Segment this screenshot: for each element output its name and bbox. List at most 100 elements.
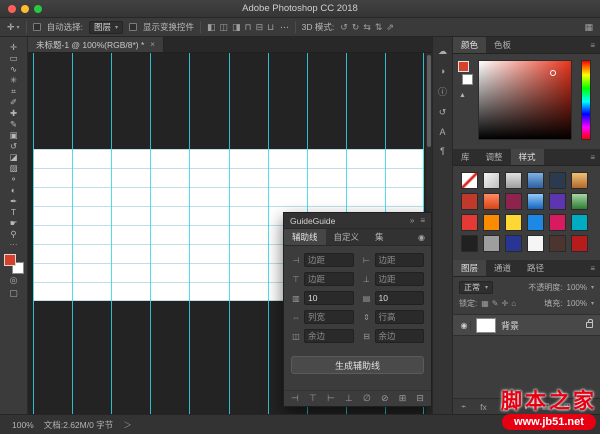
guide-left-icon[interactable]: ⊣ [291, 393, 299, 404]
panel-menu-icon[interactable]: ≡ [420, 216, 425, 225]
zoom-tool[interactable]: ⚲ [3, 229, 25, 240]
style-swatch[interactable] [461, 214, 478, 231]
style-swatch[interactable] [483, 172, 500, 189]
style-swatch[interactable] [461, 235, 478, 252]
tab-libraries[interactable]: 库 [453, 149, 478, 165]
align-right-icon[interactable]: ◨ [232, 22, 241, 33]
style-swatch[interactable] [549, 214, 566, 231]
tab-adjustments[interactable]: 调整 [478, 149, 511, 165]
style-swatch[interactable] [483, 193, 500, 210]
link-layers-icon[interactable]: ⌁ [461, 401, 466, 412]
guide-right-icon[interactable]: ⊢ [327, 393, 335, 404]
zoom-level[interactable]: 100% [12, 420, 34, 430]
paragraph-icon[interactable]: ¶ [440, 146, 445, 156]
style-swatch[interactable] [483, 214, 500, 231]
style-swatch[interactable] [461, 193, 478, 210]
foreground-color-swatch[interactable] [3, 254, 16, 266]
style-swatch[interactable] [505, 172, 522, 189]
layer-row-background[interactable]: ◉ 背景 [453, 314, 600, 336]
generate-guides-button[interactable]: 生成辅助线 [291, 356, 424, 374]
tab-custom[interactable]: 自定义 [326, 229, 368, 245]
lock-position-icon[interactable]: ✛ [502, 299, 509, 308]
panel-menu-icon[interactable]: ≡ [585, 260, 600, 276]
align-hcenter-icon[interactable]: ◫ [220, 22, 229, 33]
tab-guides[interactable]: 辅助线 [284, 229, 326, 245]
auto-select-checkbox[interactable] [32, 23, 41, 31]
vertical-guide[interactable] [267, 53, 269, 414]
align-vcenter-icon[interactable]: ⊟ [256, 22, 264, 33]
more-options-icon[interactable]: ⋯ [280, 22, 289, 33]
close-tab-icon[interactable]: × [150, 40, 155, 49]
top-margin-input[interactable] [304, 272, 354, 286]
lock-artboard-icon[interactable]: ⌂ [511, 299, 516, 308]
style-swatch[interactable] [505, 235, 522, 252]
info-icon[interactable]: ⓘ [438, 85, 447, 98]
edit-toolbar-icon[interactable]: ⋯ [3, 240, 25, 249]
row-height-input[interactable] [374, 310, 424, 324]
rotate-3d-icon[interactable]: ↺ [340, 22, 348, 33]
dodge-tool[interactable]: ◐ [3, 185, 25, 196]
layer-thumbnail[interactable] [476, 317, 496, 333]
style-swatch[interactable] [527, 235, 544, 252]
column-width-input[interactable] [304, 310, 354, 324]
layer-effects-icon[interactable]: fx [480, 402, 487, 412]
minimize-window-button[interactable] [21, 5, 29, 13]
roll-3d-icon[interactable]: ↻ [352, 22, 360, 33]
tab-channels[interactable]: 通道 [486, 260, 519, 276]
vertical-guide[interactable] [228, 53, 230, 414]
style-swatch[interactable] [527, 172, 544, 189]
panel-menu-icon[interactable]: ≡ [585, 149, 600, 165]
style-swatch-none[interactable] [461, 172, 478, 189]
clone-stamp-tool[interactable]: ▣ [3, 130, 25, 141]
lock-pixels-icon[interactable]: ✎ [492, 299, 499, 308]
color-picker-cursor[interactable] [550, 70, 557, 77]
background-color-swatch[interactable] [462, 74, 473, 85]
align-bottom-icon[interactable]: ⊔ [267, 22, 274, 33]
slide-3d-icon[interactable]: ⇅ [375, 22, 383, 33]
align-top-icon[interactable]: ⊓ [245, 22, 252, 33]
show-transform-checkbox[interactable] [128, 23, 137, 31]
hand-tool[interactable]: ☛ [3, 218, 25, 229]
zoom-window-button[interactable] [34, 5, 42, 13]
style-swatch[interactable] [549, 172, 566, 189]
tab-layers[interactable]: 图层 [453, 260, 487, 276]
guide-top-icon[interactable]: ⊤ [309, 393, 317, 404]
align-left-icon[interactable]: ◧ [207, 22, 216, 33]
tab-styles[interactable]: 样式 [510, 149, 544, 165]
style-swatch[interactable] [505, 193, 522, 210]
column-count-input[interactable] [304, 291, 354, 305]
blur-tool[interactable]: ⚬ [3, 174, 25, 185]
column-gutter-input[interactable] [304, 329, 354, 343]
style-swatch[interactable] [505, 214, 522, 231]
pen-tool[interactable]: ✒ [3, 196, 25, 207]
hue-slider[interactable] [581, 60, 591, 140]
scale-3d-icon[interactable]: ⇗ [386, 22, 394, 33]
rectangular-marquee-tool[interactable]: ▭ [3, 53, 25, 64]
add-grid-icon[interactable]: ⊞ [399, 393, 407, 404]
status-chevron-icon[interactable]: ＞ [123, 419, 132, 431]
canvas-area[interactable]: GuideGuide » ≡ 辅助线 自定义 集 ◉ ⊣ 边距 ⊢ 边距 ⊤ 边… [28, 53, 432, 414]
opacity-value[interactable]: 100% [567, 283, 587, 292]
row-count-input[interactable] [374, 291, 424, 305]
vertical-guide[interactable] [189, 53, 191, 414]
right-margin-input[interactable] [374, 253, 424, 267]
tab-color[interactable]: 颜色 [453, 37, 487, 53]
vertical-guide[interactable] [72, 53, 74, 414]
libraries-icon[interactable]: ☁ [438, 46, 447, 57]
tab-sets[interactable]: 集 [367, 229, 392, 245]
move-tool[interactable]: ✛ [3, 42, 25, 53]
style-swatch[interactable] [571, 214, 588, 231]
lock-transparency-icon[interactable]: ▦ [481, 299, 489, 308]
adjustments-icon[interactable]: ◑ [440, 66, 445, 76]
tool-preset-button[interactable]: ✛ ▾ [7, 22, 20, 33]
tab-swatches[interactable]: 色板 [486, 37, 519, 53]
eraser-tool[interactable]: ◪ [3, 152, 25, 163]
eyedropper-tool[interactable]: ✐ [3, 97, 25, 108]
screen-mode-icon[interactable]: ▢ [3, 287, 25, 300]
guide-vcenter-icon[interactable]: ∅ [363, 393, 371, 404]
style-swatch[interactable] [549, 235, 566, 252]
quick-selection-tool[interactable]: ✳ [3, 75, 25, 86]
vertical-guide[interactable] [150, 53, 152, 414]
saturation-brightness-field[interactable] [478, 60, 572, 140]
character-icon[interactable]: A [439, 127, 445, 137]
